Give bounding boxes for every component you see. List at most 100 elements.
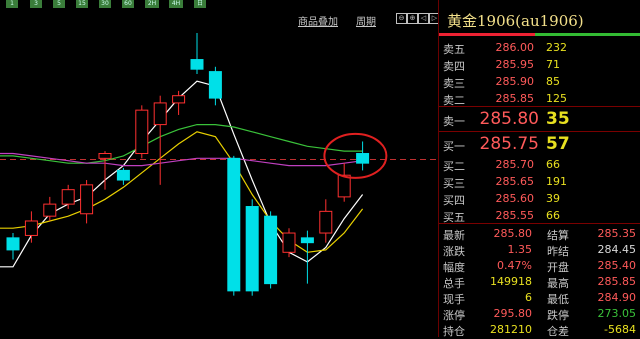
quote-panel: 黄金1906(au1906) 卖五 286.00 232 卖四 285.95 7… bbox=[438, 0, 640, 339]
ask-label: 卖四 bbox=[443, 60, 465, 73]
scroll-left-icon[interactable]: ◁ bbox=[418, 13, 429, 24]
ask-price: 285.80 bbox=[479, 109, 539, 129]
ask-volume: 71 bbox=[546, 58, 560, 71]
period-button-1[interactable]: 1 bbox=[6, 0, 18, 8]
bid-price: 285.65 bbox=[495, 175, 535, 188]
overlay-link[interactable]: 商品叠加 bbox=[298, 13, 338, 28]
period-button-5[interactable]: 5 bbox=[53, 0, 65, 8]
stat-label: 涨跌 bbox=[443, 245, 465, 258]
bid-volume: 66 bbox=[546, 158, 560, 171]
stat-row: 现手 6 最低 284.90 bbox=[439, 290, 640, 307]
stat-value: 0.47% bbox=[497, 259, 532, 272]
stat-value: 281210 bbox=[490, 323, 532, 336]
stat-label: 总手 bbox=[443, 277, 465, 290]
candle-body bbox=[80, 184, 94, 215]
ask-label: 卖一 bbox=[443, 115, 465, 128]
ask-volume: 232 bbox=[546, 41, 567, 54]
separator bbox=[439, 106, 640, 107]
stat-value: 1.35 bbox=[507, 243, 533, 256]
period-button-4h[interactable]: 4H bbox=[169, 0, 183, 8]
candle-body bbox=[208, 71, 222, 99]
stat-value: 285.40 bbox=[597, 259, 637, 272]
bid-volume: 39 bbox=[546, 192, 560, 205]
bid-row-1[interactable]: 买一 285.75 57 bbox=[439, 133, 640, 155]
ask-price: 285.85 bbox=[495, 92, 535, 105]
period-button-60[interactable]: 60 bbox=[122, 0, 134, 8]
period-button-2h[interactable]: 2H bbox=[145, 0, 159, 8]
period-button-30[interactable]: 30 bbox=[99, 0, 111, 8]
bid-row-3[interactable]: 买三 285.65 191 bbox=[439, 173, 640, 190]
stat-label: 结算 bbox=[547, 229, 569, 242]
bid-price: 285.55 bbox=[495, 209, 535, 222]
bid-volume: 57 bbox=[546, 134, 570, 154]
zoom-out-icon[interactable]: ⊖ bbox=[396, 13, 407, 24]
candle-body bbox=[98, 153, 112, 159]
stat-value: 273.05 bbox=[597, 307, 637, 320]
candle-body bbox=[6, 237, 20, 251]
ask-label: 卖三 bbox=[443, 77, 465, 90]
bid-price: 285.70 bbox=[495, 158, 535, 171]
stat-value: 285.80 bbox=[493, 227, 533, 240]
stat-label: 跌停 bbox=[547, 309, 569, 322]
candle-body bbox=[135, 109, 149, 155]
stat-label: 开盘 bbox=[547, 261, 569, 274]
stat-label: 最新 bbox=[443, 229, 465, 242]
stat-label: 涨停 bbox=[443, 309, 465, 322]
stat-value: 295.80 bbox=[493, 307, 533, 320]
bid-strength-bar bbox=[535, 33, 640, 36]
bid-label: 买四 bbox=[443, 194, 465, 207]
ask-row-2[interactable]: 卖二 285.85 125 bbox=[439, 90, 640, 107]
period-button-3[interactable]: 3 bbox=[30, 0, 42, 8]
kline-chart-area[interactable]: 商品叠加 周期 ⊖ ⊕ ◁ ▷ bbox=[0, 9, 440, 337]
candle-body bbox=[245, 206, 259, 292]
stat-value: 284.90 bbox=[597, 291, 637, 304]
candle-body bbox=[190, 59, 204, 70]
candle-body bbox=[264, 215, 278, 285]
stat-row: 总手 149918 最高 285.85 bbox=[439, 274, 640, 291]
stat-value: 149918 bbox=[490, 275, 532, 288]
stat-value: 284.45 bbox=[597, 243, 637, 256]
stat-row: 涨停 295.80 跌停 273.05 bbox=[439, 306, 640, 323]
ask-row-5[interactable]: 卖五 286.00 232 bbox=[439, 39, 640, 56]
ask-row-3[interactable]: 卖三 285.90 85 bbox=[439, 73, 640, 90]
bid-price: 285.60 bbox=[495, 192, 535, 205]
stat-row: 持仓 281210 仓差 -5684 bbox=[439, 322, 640, 339]
bid-label: 买一 bbox=[443, 140, 465, 153]
highlight-circle bbox=[323, 132, 388, 179]
stat-row: 涨跌 1.35 昨结 284.45 bbox=[439, 242, 640, 259]
ask-strength-bar bbox=[439, 33, 535, 36]
candle-body bbox=[356, 153, 370, 164]
moving-average-line bbox=[0, 123, 363, 164]
stat-label: 昨结 bbox=[547, 245, 569, 258]
zoom-in-icon[interactable]: ⊕ bbox=[407, 13, 418, 24]
period-link[interactable]: 周期 bbox=[356, 13, 376, 28]
candlestick-chart[interactable] bbox=[0, 9, 438, 337]
candle-body bbox=[337, 174, 351, 198]
period-button-day[interactable]: 日 bbox=[194, 0, 206, 8]
ask-row-1[interactable]: 卖一 285.80 35 bbox=[439, 108, 640, 130]
ask-row-4[interactable]: 卖四 285.95 71 bbox=[439, 56, 640, 73]
stat-label: 幅度 bbox=[443, 261, 465, 274]
candle-body bbox=[61, 189, 75, 205]
stat-value: 6 bbox=[525, 291, 532, 304]
ask-price: 285.95 bbox=[495, 58, 535, 71]
stat-row: 最新 285.80 结算 285.35 bbox=[439, 226, 640, 243]
ask-price: 285.90 bbox=[495, 75, 535, 88]
stat-value: 285.85 bbox=[597, 275, 637, 288]
bid-row-2[interactable]: 买二 285.70 66 bbox=[439, 156, 640, 173]
bid-label: 买三 bbox=[443, 177, 465, 190]
bid-row-5[interactable]: 买五 285.55 66 bbox=[439, 207, 640, 224]
stat-row: 幅度 0.47% 开盘 285.40 bbox=[439, 258, 640, 275]
contract-title: 黄金1906(au1906) bbox=[447, 12, 584, 30]
ask-label: 卖五 bbox=[443, 43, 465, 56]
bid-price: 285.75 bbox=[479, 134, 539, 154]
stat-value: -5684 bbox=[604, 323, 636, 336]
stat-label: 最高 bbox=[547, 277, 569, 290]
period-button-15[interactable]: 15 bbox=[76, 0, 88, 8]
moving-average-line bbox=[0, 131, 364, 253]
candle-body bbox=[227, 157, 241, 292]
ask-volume: 35 bbox=[546, 109, 570, 129]
bid-volume: 66 bbox=[546, 209, 560, 222]
bid-row-4[interactable]: 买四 285.60 39 bbox=[439, 190, 640, 207]
candle-body bbox=[24, 220, 38, 236]
